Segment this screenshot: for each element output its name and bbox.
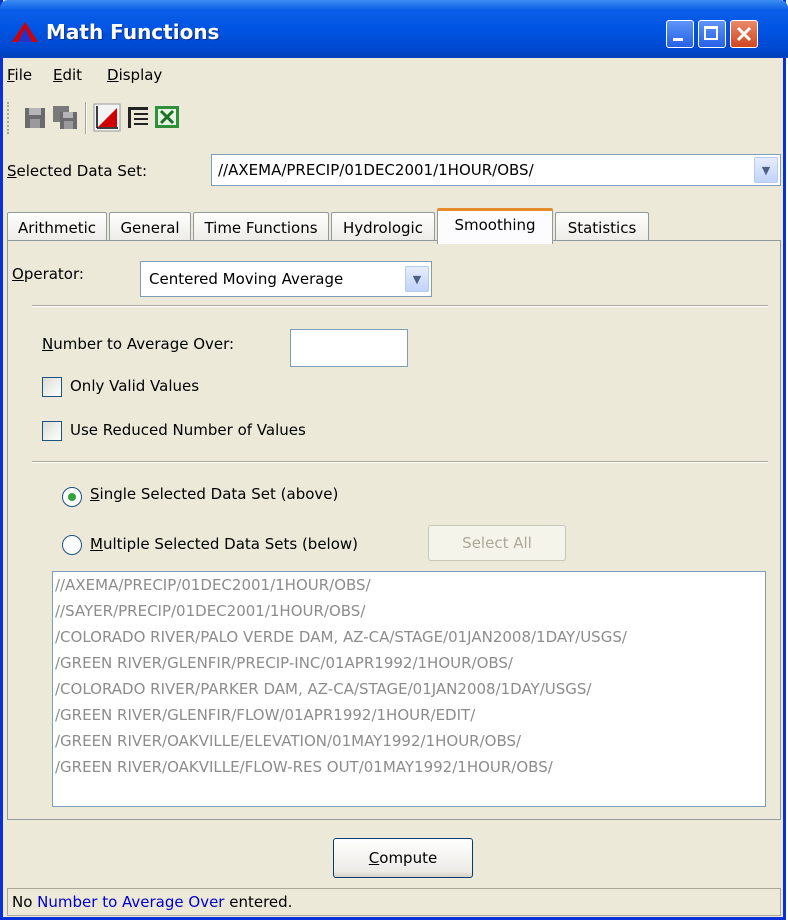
- title-bar[interactable]: Math Functions: [0, 0, 788, 58]
- multiple-data-sets-radio[interactable]: [62, 535, 82, 555]
- status-link[interactable]: Number to Average Over: [37, 893, 224, 911]
- status-bar: No Number to Average Over entered.: [7, 888, 781, 916]
- list-item[interactable]: /GREEN RIVER/OAKVILLE/ELEVATION/01MAY199…: [53, 728, 765, 754]
- plot-icon[interactable]: [93, 102, 121, 132]
- list-item[interactable]: /GREEN RIVER/GLENFIR/PRECIP-INC/01APR199…: [53, 650, 765, 676]
- close-button[interactable]: [730, 20, 758, 48]
- separator: [32, 305, 768, 307]
- number-to-average-label: Number to Average Over:: [42, 335, 235, 353]
- only-valid-values-checkbox[interactable]: [42, 377, 62, 397]
- math-functions-window: Math Functions File Edit Display Selecte…: [0, 0, 788, 920]
- tab-general[interactable]: General: [109, 212, 191, 242]
- list-item[interactable]: /GREEN RIVER/GLENFIR/FLOW/01APR1992/1HOU…: [53, 702, 765, 728]
- maximize-icon: [704, 26, 718, 40]
- chevron-down-icon[interactable]: ▼: [405, 266, 429, 292]
- app-logo-icon: [12, 22, 38, 42]
- window-title: Math Functions: [46, 20, 220, 44]
- menu-file[interactable]: File: [7, 66, 32, 84]
- status-message: No Number to Average Over entered.: [12, 893, 293, 911]
- function-tabs: Arithmetic General Time Functions Hydrol…: [3, 208, 783, 244]
- toolbar-separator: [85, 102, 87, 134]
- selected-data-set-value: //AXEMA/PRECIP/01DEC2001/1HOUR/OBS/: [218, 161, 534, 179]
- list-item[interactable]: //AXEMA/PRECIP/01DEC2001/1HOUR/OBS/: [53, 572, 765, 598]
- maximize-button[interactable]: [698, 20, 726, 48]
- list-item[interactable]: /GREEN RIVER/OAKVILLE/FLOW-RES OUT/01MAY…: [53, 754, 765, 780]
- use-reduced-number-checkbox[interactable]: [42, 421, 62, 441]
- tab-smoothing[interactable]: Smoothing: [437, 208, 553, 244]
- single-data-set-radio[interactable]: [62, 487, 82, 507]
- selected-data-set-combo[interactable]: //AXEMA/PRECIP/01DEC2001/1HOUR/OBS/ ▼: [211, 154, 781, 186]
- tab-statistics[interactable]: Statistics: [555, 212, 649, 242]
- data-sets-list[interactable]: //AXEMA/PRECIP/01DEC2001/1HOUR/OBS/ //SA…: [52, 571, 766, 807]
- only-valid-values-label: Only Valid Values: [70, 377, 200, 395]
- list-item[interactable]: /COLORADO RIVER/PALO VERDE DAM, AZ-CA/ST…: [53, 624, 765, 650]
- separator: [32, 461, 768, 463]
- close-icon: [736, 26, 752, 42]
- save-icon[interactable]: [21, 102, 49, 132]
- menu-display[interactable]: Display: [107, 66, 162, 84]
- excel-icon[interactable]: [153, 102, 181, 132]
- operator-select[interactable]: Centered Moving Average ▼: [140, 261, 432, 297]
- number-to-average-input[interactable]: [290, 329, 408, 367]
- tab-time-functions[interactable]: Time Functions: [193, 212, 329, 242]
- single-data-set-label: Single Selected Data Set (above): [90, 485, 339, 503]
- use-reduced-number-label: Use Reduced Number of Values: [70, 421, 306, 439]
- toolbar: [3, 96, 783, 146]
- operator-label: Operator:: [12, 265, 84, 283]
- menu-edit[interactable]: Edit: [53, 66, 82, 84]
- chevron-down-icon[interactable]: ▼: [754, 157, 778, 183]
- minimize-button[interactable]: [666, 20, 694, 48]
- selected-data-set-label: Selected Data Set:: [7, 162, 148, 180]
- smoothing-panel: Operator: Centered Moving Average ▼ Numb…: [7, 240, 781, 820]
- compute-button[interactable]: Compute: [333, 838, 473, 878]
- menu-bar: File Edit Display: [3, 58, 783, 90]
- tab-arithmetic[interactable]: Arithmetic: [7, 212, 107, 242]
- multiple-data-sets-label: Multiple Selected Data Sets (below): [90, 535, 359, 553]
- toolbar-grip[interactable]: [7, 102, 13, 134]
- select-all-button[interactable]: Select All: [428, 525, 566, 561]
- tabulate-icon[interactable]: [125, 102, 153, 132]
- save-as-icon[interactable]: [51, 102, 79, 132]
- tab-hydrologic[interactable]: Hydrologic: [331, 212, 435, 242]
- operator-value: Centered Moving Average: [149, 270, 344, 288]
- minimize-icon: [673, 38, 683, 41]
- list-item[interactable]: //SAYER/PRECIP/01DEC2001/1HOUR/OBS/: [53, 598, 765, 624]
- list-item[interactable]: /COLORADO RIVER/PARKER DAM, AZ-CA/STAGE/…: [53, 676, 765, 702]
